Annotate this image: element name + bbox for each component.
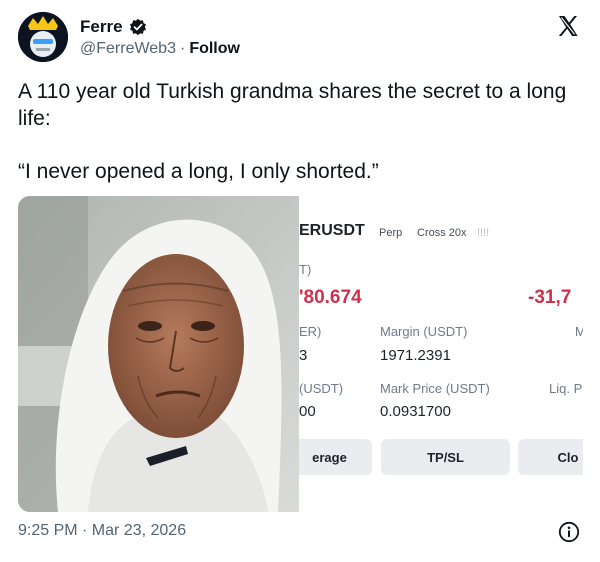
trade-symbol: ERUSDT [299,222,365,239]
x-logo-icon[interactable] [556,14,580,38]
liq-price-label: Liq. P [549,381,583,396]
mark-price-label: Mark Price (USDT) [380,381,490,396]
entry-price-label: (USDT) [299,381,344,396]
timestamp[interactable]: 9:25 PM · Mar 23, 2026 [18,522,186,540]
cross-leverage-tag: Cross 20x [417,227,467,239]
tweet-media[interactable]: ERUSDT Perp Cross 20x !!!! T) '80.674 -3… [18,196,583,512]
perp-tag: Perp [379,227,403,239]
tweet-line: A 110 year old Turkish grandma shares th… [18,80,567,130]
leverage-button: erage [299,439,372,475]
tweet-quote: “I never opened a long, I only shorted.” [18,160,379,183]
info-icon[interactable] [558,521,580,543]
margin-label: Margin (USDT) [380,324,468,339]
grandma-photo [18,196,299,512]
handle-separator: · [179,40,186,57]
mark-price-value: 0.0931700 [380,403,451,420]
leverage-button-label: erage [312,449,347,465]
size-value: 3 [299,347,308,364]
pnl-value: '80.674 [299,287,362,308]
signal-bars-icon: !!!! [477,227,490,239]
verified-badge-icon [129,18,146,36]
close-position-button-label: Clo [557,449,579,465]
author-handle[interactable]: @FerreWeb3 [80,40,176,58]
trade-screenshot: ERUSDT Perp Cross 20x !!!! T) '80.674 -3… [299,196,583,512]
pnl-label: T) [299,262,312,277]
tpsl-button: TP/SL [381,439,510,475]
author-name[interactable]: Ferre [80,17,123,37]
tpsl-button-label: TP/SL [427,449,464,465]
close-position-button: Clo [518,439,583,475]
follow-button[interactable]: Follow [189,40,240,58]
margin-ratio-label: M [575,324,583,339]
avatar[interactable] [18,12,68,62]
entry-price-value: 00 [299,403,316,420]
roi-value: -31,7 [528,287,572,308]
tweet-text: A 110 year old Turkish grandma shares th… [18,78,583,185]
size-label: ER) [299,324,322,339]
margin-value: 1971.2391 [380,347,451,364]
